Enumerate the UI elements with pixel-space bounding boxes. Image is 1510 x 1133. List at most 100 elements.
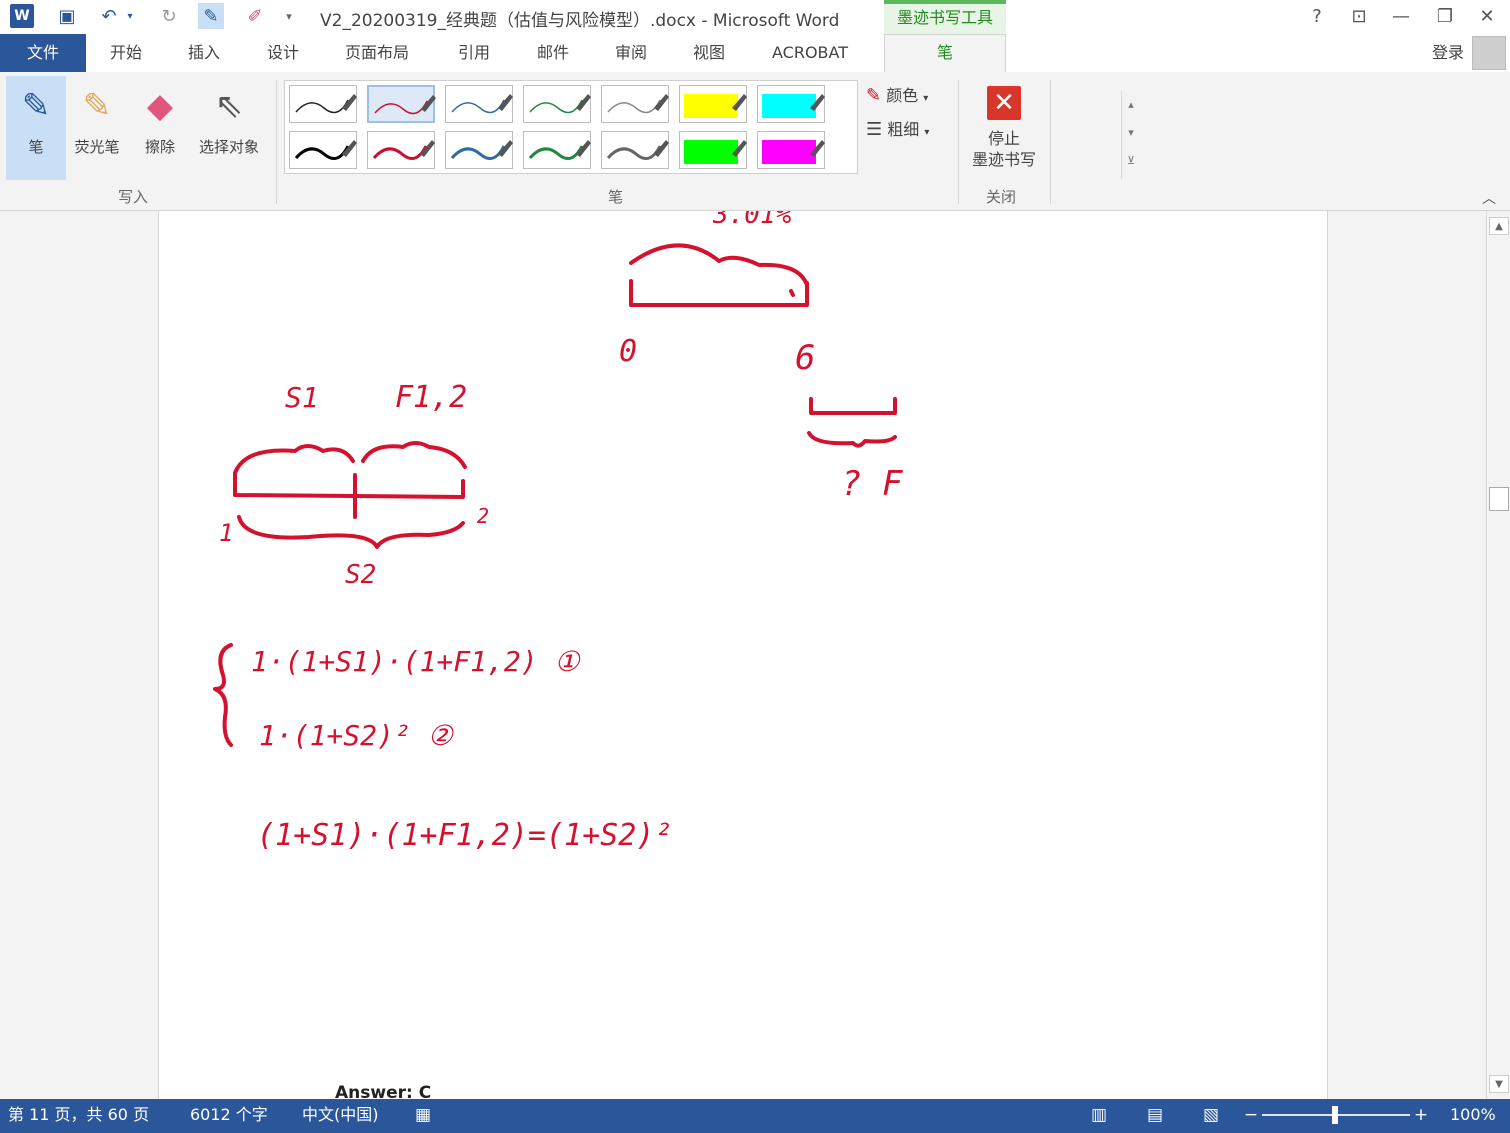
macro-record-icon[interactable]: ▦ [412, 1104, 434, 1126]
pen-swatch[interactable] [523, 85, 591, 123]
chevron-down-icon[interactable]: ▾ [1122, 119, 1140, 147]
pen-swatch[interactable] [523, 131, 591, 169]
ink-brace-s1 [233, 444, 355, 475]
tab-design[interactable]: 设计 [267, 34, 299, 72]
tab-references[interactable]: 引用 [458, 34, 490, 72]
print-layout-icon[interactable]: ▤ [1144, 1104, 1166, 1126]
document-page[interactable]: 3.01% 0 6 S1 F1,2 1 2 S2 ? F 1·(1+S1)·(1+F1,2) ① 1… [158, 211, 1328, 1103]
pen-swatch[interactable] [289, 131, 357, 169]
group-divider [276, 80, 277, 204]
tab-page-layout[interactable]: 页面布局 [345, 34, 409, 72]
pen-swatch[interactable] [445, 85, 513, 123]
pen-color-label: 颜色 [886, 86, 919, 105]
vertical-scrollbar[interactable]: ▲ ▼ [1486, 211, 1510, 1099]
undo-dropdown-icon[interactable]: ▾ [124, 3, 136, 29]
close-group-label: 关闭 [986, 188, 1017, 206]
chevron-up-icon[interactable]: ▴ [1122, 91, 1140, 119]
save-icon[interactable]: ▣ [54, 3, 80, 29]
redo-icon[interactable]: ↻ [156, 3, 182, 29]
language[interactable]: 中文(中国) [302, 1099, 379, 1131]
select-objects-button[interactable]: ⇖ 选择对象 [190, 76, 268, 176]
pen-swatch[interactable] [367, 85, 436, 123]
customize-qat-icon[interactable]: ▾ [280, 3, 298, 29]
tab-pen[interactable]: 笔 [884, 34, 1006, 73]
tab-file[interactable]: 文件 [0, 34, 86, 72]
ink-brace-f12 [361, 441, 467, 469]
word-count[interactable]: 6012 个字 [190, 1099, 268, 1131]
scroll-down-icon[interactable]: ▼ [1489, 1075, 1509, 1093]
pen-swatch[interactable] [679, 131, 747, 169]
tab-insert[interactable]: 插入 [188, 34, 220, 72]
help-button[interactable]: ? [1302, 4, 1332, 30]
tab-home[interactable]: 开始 [110, 34, 142, 72]
ribbon-display-icon[interactable]: ⊡ [1344, 4, 1374, 30]
highlighter-tool-label: 荧光笔 [74, 138, 120, 156]
eraser-tool-label: 擦除 [144, 138, 175, 156]
tab-acrobat[interactable]: ACROBAT [772, 34, 848, 72]
eraser-tool-button[interactable]: ◆ 擦除 [132, 76, 188, 176]
pen-swatch[interactable] [367, 131, 435, 169]
ink-label-s1: S1 [285, 381, 319, 414]
pen-swatch[interactable] [679, 85, 747, 123]
highlighter-icon: ✎ [82, 86, 112, 126]
chevron-down-icon: ▾ [923, 93, 929, 104]
ink-label-one: 1 [219, 519, 233, 547]
read-mode-icon[interactable]: ▥ [1088, 1104, 1110, 1126]
stop-inking-label-line1: 停止 [987, 129, 1020, 148]
ink-small-bar [809, 397, 897, 415]
highlighter-tool-button[interactable]: ✎ 荧光笔 [68, 76, 126, 176]
stop-inking-icon: ✕ [987, 86, 1021, 120]
ink-drawing-layer: 3.01% 0 6 S1 F1,2 1 2 S2 ? F 1·(1+S1)·(1+F1,2) ① 1… [213, 211, 903, 853]
ink-label-eq1: 1·(1+S1)·(1+F1,2) ① [251, 645, 581, 678]
ink-bar-top-brace [629, 243, 809, 287]
pen-thickness-button[interactable]: ☰ 粗细 ▾ [866, 116, 929, 140]
restore-icon[interactable]: ❐ [1430, 4, 1460, 30]
gallery-scroll[interactable]: ▴ ▾ ⊻ [1121, 91, 1140, 179]
pen-color-button[interactable]: ✎ 颜色 ▾ [866, 82, 928, 106]
pen-swatch[interactable] [757, 131, 825, 169]
pen-swatch[interactable] [289, 85, 357, 123]
select-objects-label: 选择对象 [198, 138, 259, 156]
pens-group-label: 笔 [608, 188, 624, 206]
ink-label-label-six: 6 [795, 338, 815, 378]
pen-swatch[interactable] [601, 85, 669, 123]
gallery-more-icon[interactable]: ⊻ [1122, 147, 1140, 175]
close-icon[interactable]: ✕ [1472, 4, 1502, 30]
zoom-level[interactable]: 100% [1450, 1099, 1496, 1131]
undo-icon[interactable]: ↶ [96, 3, 122, 29]
tab-mailings[interactable]: 邮件 [537, 34, 569, 72]
tab-review[interactable]: 审阅 [615, 34, 647, 72]
ink-brace-s2 [237, 515, 465, 549]
pointer-icon: ⇖ [214, 86, 244, 126]
ink-label-q-f: ? F [841, 464, 903, 504]
ink-label-top-partial: 3.01% [712, 211, 792, 230]
avatar[interactable] [1472, 36, 1506, 70]
word-logo-icon: W [10, 4, 34, 28]
color-icon: ✎ [866, 85, 882, 106]
ink-label-s2: S2 [345, 560, 376, 590]
scrollbar-thumb[interactable] [1489, 487, 1509, 511]
page-count[interactable]: 第 11 页，共 60 页 [8, 1099, 149, 1131]
eraser-quick-icon[interactable]: ✐ [242, 3, 268, 29]
pen-gallery: ▴ ▾ ⊻ [284, 80, 1135, 179]
zoom-in-icon[interactable]: + [1410, 1104, 1432, 1126]
minimize-icon[interactable]: — [1386, 4, 1416, 30]
collapse-ribbon-icon[interactable]: ︿ [1482, 188, 1496, 208]
stop-inking-button[interactable]: ✕ 停止 墨迹书写 [964, 82, 1044, 170]
zoom-out-icon[interactable]: − [1240, 1104, 1262, 1126]
ink-timeline [233, 473, 465, 499]
write-group-label: 写入 [118, 188, 149, 206]
web-layout-icon[interactable]: ▧ [1200, 1104, 1222, 1126]
thickness-icon: ☰ [866, 119, 883, 140]
ink-system-brace [213, 643, 233, 747]
zoom-slider-thumb[interactable] [1332, 1106, 1338, 1124]
tab-view[interactable]: 视图 [693, 34, 725, 72]
ribbon-tabs: 文件 开始 插入 设计 页面布局 引用 邮件 审阅 视图 ACROBAT 笔 登… [0, 34, 1510, 73]
pen-swatch[interactable] [757, 85, 825, 123]
pen-quick-icon[interactable]: ✎ [198, 3, 224, 29]
sign-in-link[interactable]: 登录 [1432, 34, 1464, 72]
pen-swatch[interactable] [445, 131, 513, 169]
pen-tool-button[interactable]: ✎ 笔 [6, 76, 66, 180]
scroll-up-icon[interactable]: ▲ [1489, 217, 1509, 235]
pen-swatch[interactable] [601, 131, 669, 169]
